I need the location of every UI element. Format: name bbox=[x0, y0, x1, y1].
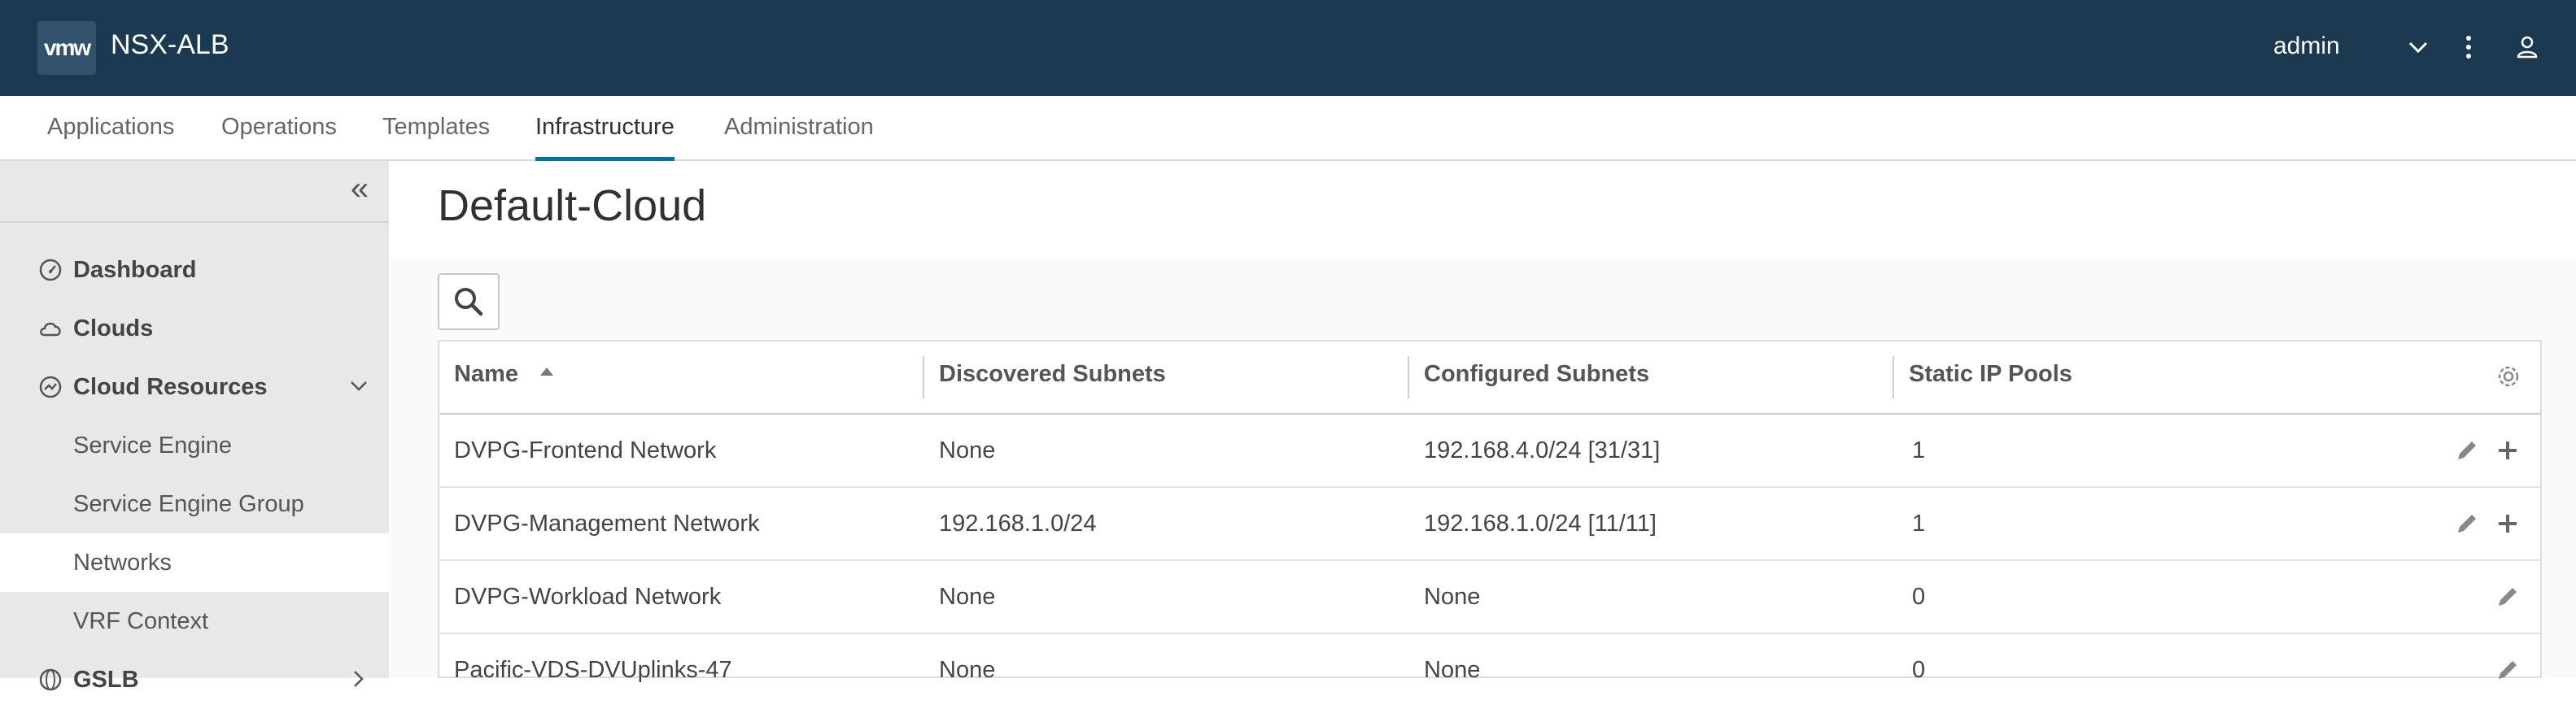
cell-configured-subnets: None bbox=[1424, 584, 1481, 610]
column-header-name[interactable]: Name bbox=[454, 361, 518, 388]
column-header-configured-subnets[interactable]: Configured Subnets bbox=[1424, 361, 1649, 388]
table-row[interactable]: DVPG-Workload Network None None 0 bbox=[439, 561, 2540, 634]
sidebar-item-dashboard[interactable]: Dashboard bbox=[0, 241, 389, 299]
cell-static-ip-pools: 0 bbox=[1912, 584, 1926, 610]
collapse-sidebar-icon[interactable]: « bbox=[342, 172, 378, 207]
app-title: NSX-ALB bbox=[111, 29, 229, 60]
edit-pencil-icon[interactable] bbox=[2493, 655, 2522, 685]
gslb-icon bbox=[39, 668, 62, 691]
dashboard-icon bbox=[39, 259, 62, 281]
sidebar-item-label: Dashboard bbox=[73, 257, 197, 283]
sidebar-item-service-engine-group[interactable]: Service Engine Group bbox=[0, 475, 389, 533]
cell-name: Pacific-VDS-DVUplinks-47 bbox=[454, 657, 732, 683]
sort-ascending-icon[interactable] bbox=[539, 366, 555, 377]
add-plus-icon[interactable] bbox=[2493, 509, 2522, 538]
edit-pencil-icon[interactable] bbox=[2452, 436, 2482, 465]
grid-header: Name Discovered Subnets Configured Subne… bbox=[439, 341, 2540, 415]
more-vertical-icon[interactable] bbox=[2451, 29, 2486, 65]
cell-name: DVPG-Workload Network bbox=[454, 584, 722, 610]
cell-name: DVPG-Frontend Network bbox=[454, 437, 717, 463]
cell-configured-subnets: 192.168.1.0/24 [11/11] bbox=[1424, 511, 1657, 537]
edit-pencil-icon[interactable] bbox=[2452, 509, 2482, 538]
sidebar-item-cloud-resources[interactable]: Cloud Resources bbox=[0, 358, 389, 416]
cell-discovered-subnets: 192.168.1.0/24 bbox=[939, 511, 1097, 537]
sidebar-item-networks[interactable]: Networks bbox=[0, 533, 389, 592]
chevron-right-icon[interactable] bbox=[345, 665, 373, 693]
networks-grid: Name Discovered Subnets Configured Subne… bbox=[438, 340, 2542, 683]
sidebar-item-gslb[interactable]: GSLB bbox=[0, 650, 389, 709]
top-nav: Applications Operations Templates Infras… bbox=[0, 96, 2576, 161]
sidebar-item-label: GSLB bbox=[73, 667, 139, 693]
user-menu-chevron-down-icon[interactable] bbox=[2400, 29, 2436, 65]
search-icon bbox=[455, 288, 483, 316]
vmware-logo[interactable]: vmw bbox=[37, 21, 96, 75]
column-divider[interactable] bbox=[1408, 356, 1409, 398]
search-button[interactable] bbox=[438, 273, 500, 330]
sidebar-item-label: Networks bbox=[73, 550, 172, 576]
sidebar-item-label: VRF Context bbox=[73, 608, 208, 634]
tab-templates[interactable]: Templates bbox=[382, 114, 490, 161]
cell-static-ip-pools: 1 bbox=[1912, 511, 1926, 537]
tab-operations[interactable]: Operations bbox=[221, 114, 337, 161]
user-profile-icon[interactable] bbox=[2509, 29, 2545, 65]
table-row[interactable]: DVPG-Management Network 192.168.1.0/24 1… bbox=[439, 488, 2540, 561]
edit-pencil-icon[interactable] bbox=[2493, 582, 2522, 611]
page-title: Default-Cloud bbox=[438, 181, 707, 230]
sidebar-item-vrf-context[interactable]: VRF Context bbox=[0, 592, 389, 650]
cell-discovered-subnets: None bbox=[939, 584, 996, 610]
cell-static-ip-pools: 1 bbox=[1912, 437, 1926, 463]
column-divider[interactable] bbox=[1893, 356, 1894, 398]
cell-configured-subnets: 192.168.4.0/24 [31/31] bbox=[1424, 437, 1661, 463]
sidebar-item-label: Cloud Resources bbox=[73, 374, 268, 400]
cell-discovered-subnets: None bbox=[939, 437, 996, 463]
add-plus-icon[interactable] bbox=[2493, 436, 2522, 465]
gear-icon[interactable] bbox=[2495, 363, 2522, 390]
column-header-static-ip-pools[interactable]: Static IP Pools bbox=[1909, 361, 2072, 388]
sidebar-divider bbox=[0, 221, 389, 223]
cell-name: DVPG-Management Network bbox=[454, 511, 760, 537]
chevron-down-icon[interactable] bbox=[345, 372, 373, 400]
cell-discovered-subnets: None bbox=[939, 657, 996, 683]
tab-infrastructure[interactable]: Infrastructure bbox=[535, 114, 675, 161]
column-divider[interactable] bbox=[923, 356, 924, 398]
cell-configured-subnets: None bbox=[1424, 657, 1481, 683]
title-band bbox=[389, 161, 2576, 257]
column-header-discovered-subnets[interactable]: Discovered Subnets bbox=[939, 361, 1166, 388]
sidebar-item-clouds[interactable]: Clouds bbox=[0, 299, 389, 358]
cloud-icon bbox=[40, 322, 61, 337]
tab-administration[interactable]: Administration bbox=[724, 114, 874, 161]
table-row[interactable]: DVPG-Frontend Network None 192.168.4.0/2… bbox=[439, 415, 2540, 488]
sidebar-item-label: Service Engine Group bbox=[73, 491, 304, 517]
cell-static-ip-pools: 0 bbox=[1912, 657, 1926, 683]
sidebar-item-label: Clouds bbox=[73, 315, 154, 341]
sidebar-item-service-engine[interactable]: Service Engine bbox=[0, 416, 389, 475]
cloud-resources-icon bbox=[39, 376, 62, 398]
tab-applications[interactable]: Applications bbox=[47, 114, 174, 161]
sidebar-item-label: Service Engine bbox=[73, 433, 233, 459]
user-name[interactable]: admin bbox=[2273, 33, 2340, 60]
table-row[interactable]: Pacific-VDS-DVUplinks-47 None None 0 bbox=[439, 634, 2540, 707]
app-header: vmw NSX-ALB admin bbox=[0, 0, 2576, 96]
